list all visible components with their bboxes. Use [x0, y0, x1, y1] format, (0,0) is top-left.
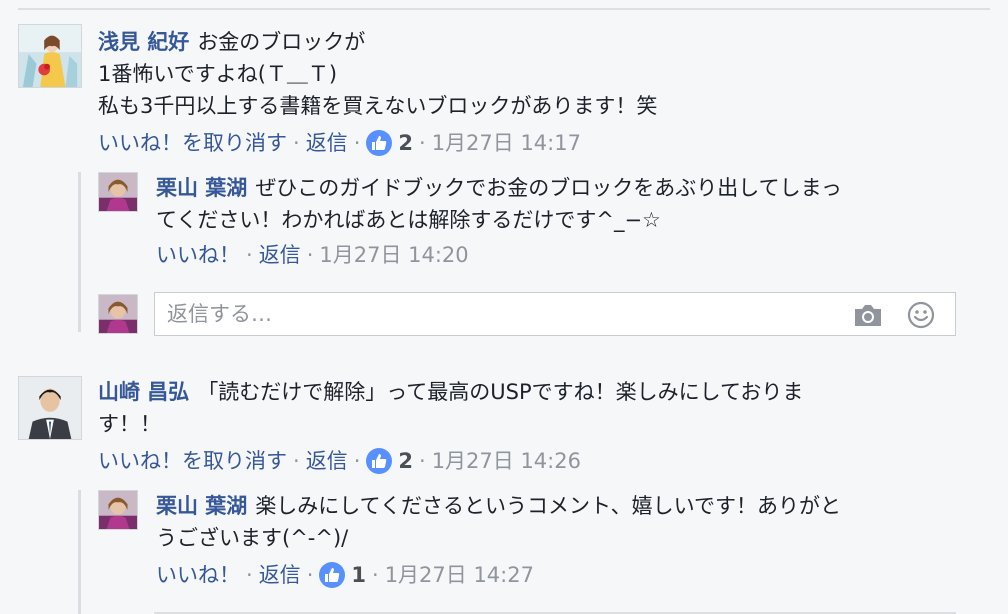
unlike-link[interactable]: いいね！を取り消す — [98, 446, 287, 476]
comment-body: 浅見 紀好 お金のブロックが 1番怖いですよね(Ｔ＿Ｔ) 私も3千円以上する書籍を… — [98, 26, 657, 122]
reply-link[interactable]: 返信 — [306, 128, 348, 158]
separator-dot: · — [353, 449, 361, 473]
like-count: 2 — [398, 449, 413, 473]
comment-text-line-1: 「読むだけで解除」って最高のUSPですね！楽しみにしておりま — [197, 380, 804, 404]
reply-actions: いいね！ · 返信 · 1 · 1月27日 14:27 — [156, 560, 534, 590]
comment-text-line-3: 私も3千円以上する書籍を買えないブロックがあります！笑 — [98, 94, 658, 118]
like-count: 1 — [351, 563, 366, 587]
separator-dot: · — [372, 563, 379, 587]
avatar-photo — [99, 491, 137, 529]
reply-text-line-1: 楽しみにしてくださるというコメント、嬉しいです！ありがと — [255, 494, 841, 518]
separator-dot: · — [353, 131, 361, 155]
current-user-avatar — [98, 294, 138, 334]
reply-input-placeholder: 返信する… — [167, 302, 272, 326]
reply-author[interactable]: 栗山 葉湖 — [156, 176, 247, 200]
top-divider — [18, 8, 990, 10]
separator-dot: · — [419, 131, 426, 155]
reply-text-line-1: ぜひこのガイドブックでお金のブロックをあぶり出してしまっ — [255, 176, 842, 200]
reply-link[interactable]: 返信 — [259, 560, 301, 590]
like-count-badge[interactable]: 2 — [366, 446, 413, 476]
reply-author[interactable]: 栗山 葉湖 — [156, 494, 247, 518]
comment-text-line-2: 1番怖いですよね(Ｔ＿Ｔ) — [98, 62, 338, 86]
avatar-photo — [99, 295, 137, 333]
reply-link[interactable]: 返信 — [259, 240, 301, 270]
like-link[interactable]: いいね！ — [156, 240, 240, 270]
avatar-photo — [19, 377, 81, 439]
avatar-photo — [19, 25, 81, 87]
thumbs-up-icon — [319, 562, 346, 588]
reply-avatar[interactable] — [98, 172, 138, 212]
separator-dot: · — [419, 449, 426, 473]
avatar[interactable] — [18, 24, 82, 88]
thumbs-up-icon — [366, 130, 393, 156]
avatar-photo — [99, 173, 137, 211]
comment-text-line-1: お金のブロックが — [197, 30, 366, 54]
reply-input[interactable]: 返信する… — [154, 292, 956, 336]
comment-author[interactable]: 山崎 昌弘 — [98, 380, 189, 404]
comment-author[interactable]: 浅見 紀好 — [98, 30, 189, 54]
separator-dot: · — [306, 243, 314, 267]
separator-dot: · — [306, 563, 314, 587]
separator-dot: · — [246, 563, 253, 587]
reply-timestamp[interactable]: 1月27日 14:20 — [319, 240, 468, 270]
reply-thread-line — [78, 490, 81, 614]
reply-actions: いいね！ · 返信 · 1月27日 14:20 — [156, 240, 469, 270]
avatar[interactable] — [18, 376, 82, 440]
reply-thread-line — [78, 172, 81, 332]
smiley-icon[interactable] — [907, 301, 935, 329]
unlike-link[interactable]: いいね！を取り消す — [98, 128, 287, 158]
comment-text-line-2: す！！ — [98, 412, 161, 436]
reply-body: 栗山 葉湖 ぜひこのガイドブックでお金のブロックをあぶり出してしまっ てください！… — [156, 172, 842, 236]
comment-actions: いいね！を取り消す · 返信 · 2 · 1月27日 14:17 — [98, 128, 581, 158]
thumbs-up-icon — [366, 448, 393, 474]
reply-body: 栗山 葉湖 楽しみにしてくださるというコメント、嬉しいです！ありがと うございます… — [156, 490, 841, 554]
reply-text-line-2: うございます(^-^)/ — [156, 526, 349, 550]
reply-timestamp[interactable]: 1月27日 14:27 — [385, 560, 534, 590]
camera-icon[interactable] — [853, 303, 883, 327]
comment-timestamp[interactable]: 1月27日 14:17 — [432, 128, 581, 158]
like-link[interactable]: いいね！ — [156, 560, 240, 590]
comment-body: 山崎 昌弘 「読むだけで解除」って最高のUSPですね！楽しみにしておりま す！！ — [98, 376, 803, 440]
reply-link[interactable]: 返信 — [306, 446, 348, 476]
separator-dot: · — [246, 243, 253, 267]
reply-text-line-2: てください！わかればあとは解除するだけです^_−☆ — [156, 208, 661, 232]
comment-timestamp[interactable]: 1月27日 14:26 — [432, 446, 581, 476]
like-count: 2 — [398, 131, 413, 155]
reply-avatar[interactable] — [98, 490, 138, 530]
comment-actions: いいね！を取り消す · 返信 · 2 · 1月27日 14:26 — [98, 446, 581, 476]
like-count-badge[interactable]: 2 — [366, 128, 413, 158]
like-count-badge[interactable]: 1 — [319, 560, 366, 590]
separator-dot: · — [293, 449, 300, 473]
separator-dot: · — [293, 131, 300, 155]
